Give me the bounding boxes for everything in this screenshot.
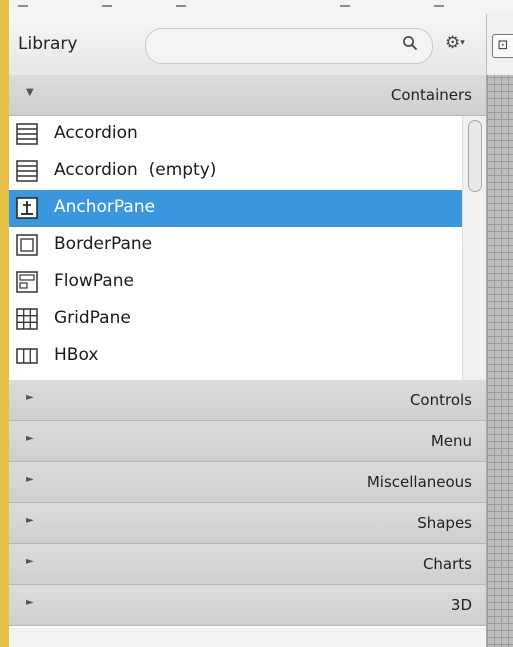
list-item-hbox[interactable]: HBox [9, 338, 462, 375]
library-title: Library [18, 34, 78, 54]
section-title: 3D [450, 596, 472, 614]
list-item-label: BorderPane [54, 234, 153, 254]
section-miscellaneous[interactable]: ► Miscellaneous [9, 462, 486, 503]
library-footer [9, 628, 486, 647]
section-title: Containers [390, 86, 472, 104]
accordion-icon [16, 160, 38, 182]
toolbar-tick [340, 5, 350, 7]
collapsed-arrow-icon: ► [26, 597, 34, 608]
top-toolbar-strip [0, 0, 513, 14]
section-3d[interactable]: ► 3D [9, 585, 486, 626]
section-menu[interactable]: ► Menu [9, 421, 486, 462]
collapsed-arrow-icon: ► [26, 474, 34, 485]
canvas-area [486, 14, 513, 647]
list-item-label: GridPane [54, 308, 131, 328]
list-item-flowpane[interactable]: FlowPane [9, 264, 462, 301]
hbox-icon [16, 348, 38, 364]
canvas-toolbar-button[interactable]: ⊡ [492, 34, 513, 58]
list-scrollbar[interactable] [462, 116, 486, 380]
section-shapes[interactable]: ► Shapes [9, 503, 486, 544]
search-icon[interactable] [402, 35, 418, 56]
borderpane-icon [16, 234, 38, 256]
toolbar-tick [18, 5, 28, 7]
containers-list: Accordion Accordion (empty) AnchorPane B… [9, 116, 462, 380]
flowpane-icon [16, 271, 38, 293]
library-panel: Library ⚙▾ ▼ Containers Accordion Accord… [9, 14, 486, 647]
chevron-down-icon: ▾ [460, 38, 465, 48]
gridpane-icon [16, 308, 38, 330]
list-item-accordion-empty[interactable]: Accordion (empty) [9, 153, 462, 190]
gear-icon[interactable]: ⚙▾ [445, 33, 465, 53]
expanded-arrow-icon: ▼ [26, 87, 34, 98]
section-containers[interactable]: ▼ Containers [9, 75, 486, 116]
toolbar-tick [176, 5, 186, 7]
collapsed-arrow-icon: ► [26, 433, 34, 444]
list-item-label: HBox [54, 345, 99, 365]
collapsed-arrow-icon: ► [26, 556, 34, 567]
search-input[interactable] [145, 28, 433, 64]
collapsed-arrow-icon: ► [26, 515, 34, 526]
section-title: Charts [422, 555, 472, 573]
section-title: Menu [430, 432, 472, 450]
list-item-label: FlowPane [54, 271, 134, 291]
section-charts[interactable]: ► Charts [9, 544, 486, 585]
list-item-label: Accordion (empty) [54, 160, 217, 180]
section-title: Miscellaneous [366, 473, 472, 491]
list-item-borderpane[interactable]: BorderPane [9, 227, 462, 264]
list-item-label: AnchorPane [54, 197, 156, 217]
library-header: Library ⚙▾ [9, 14, 486, 76]
list-item-accordion[interactable]: Accordion [9, 116, 462, 153]
section-title: Shapes [417, 514, 472, 532]
list-item-label: Accordion [54, 123, 138, 143]
section-title: Controls [409, 391, 472, 409]
anchorpane-icon [16, 197, 38, 219]
left-accent-bar [0, 0, 9, 647]
canvas-toolbar: ⊡ [486, 14, 513, 75]
list-item-gridpane[interactable]: GridPane [9, 301, 462, 338]
scrollbar-thumb[interactable] [468, 120, 482, 192]
toolbar-tick [434, 5, 444, 7]
section-controls[interactable]: ► Controls [9, 380, 486, 421]
list-item-anchorpane[interactable]: AnchorPane [9, 190, 462, 227]
accordion-icon [16, 123, 38, 145]
collapsed-arrow-icon: ► [26, 392, 34, 403]
toolbar-tick [102, 5, 112, 7]
